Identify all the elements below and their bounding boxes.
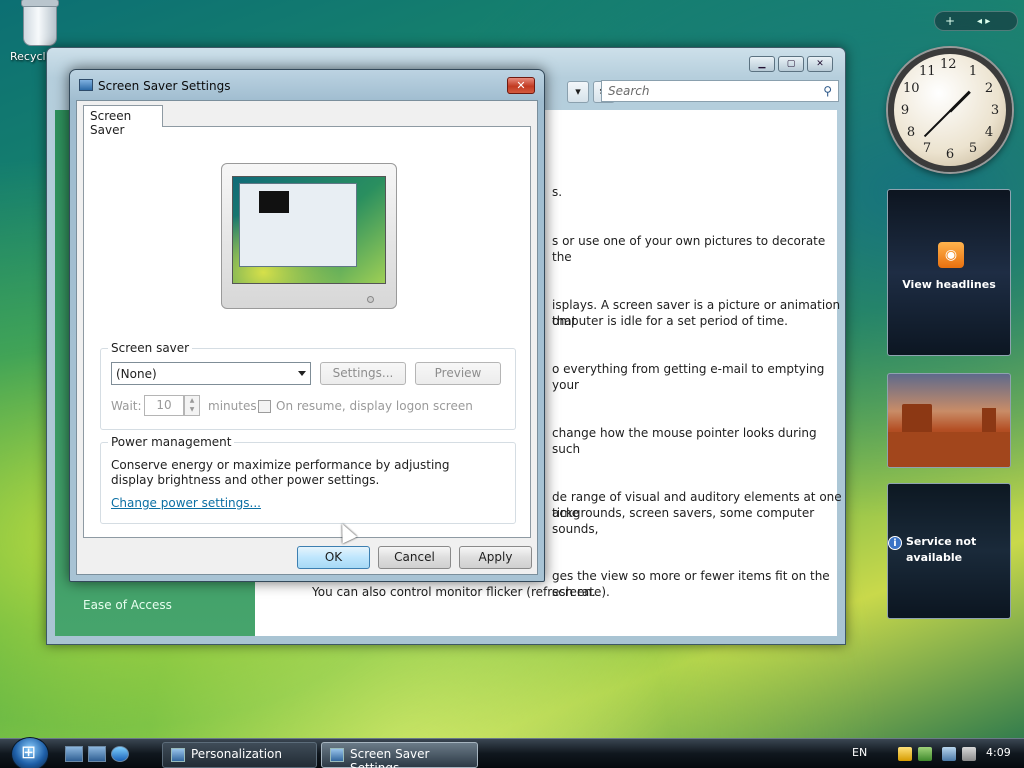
info-icon: i bbox=[888, 536, 902, 550]
sidebar-controls: + ◂ ▸ bbox=[934, 11, 1018, 31]
security-shield-icon[interactable] bbox=[898, 747, 912, 761]
dialog-body: Screen Saver Screen saver (None) Setting… bbox=[76, 100, 538, 575]
body-text: omputer is idle for a set period of time… bbox=[552, 314, 788, 328]
power-description: Conserve energy or maximize performance … bbox=[111, 458, 450, 487]
screen-saver-icon bbox=[330, 748, 344, 762]
switch-windows-icon[interactable] bbox=[88, 746, 106, 762]
power-management-legend: Power management bbox=[108, 435, 235, 449]
tab-panel: Screen saver (None) Settings... Preview … bbox=[83, 126, 531, 538]
resume-logon-label: On resume, display logon screen bbox=[276, 399, 473, 413]
personalization-icon bbox=[171, 748, 185, 762]
apply-button[interactable]: Apply bbox=[459, 546, 532, 569]
window-close-button[interactable]: ✕ bbox=[807, 56, 833, 72]
monitor-icon bbox=[79, 79, 93, 91]
clock-number: 1 bbox=[968, 64, 978, 79]
weather-status-text: Service not available bbox=[906, 535, 977, 564]
gadget-nav-arrows[interactable]: ◂ ▸ bbox=[977, 16, 990, 27]
screen-saver-selected: (None) bbox=[116, 367, 157, 381]
wait-minutes-input[interactable]: 10 bbox=[144, 395, 184, 416]
body-text: ackgrounds, screen savers, some computer… bbox=[552, 506, 815, 536]
change-power-settings-link[interactable]: Change power settings... bbox=[111, 496, 261, 510]
slideshow-gadget[interactable] bbox=[887, 373, 1011, 468]
screen-saver-preview-monitor bbox=[221, 163, 397, 309]
search-icon[interactable]: ⚲ bbox=[823, 84, 832, 98]
chevron-down-icon bbox=[298, 371, 306, 376]
taskbar-item-screen-saver-settings[interactable]: Screen Saver Settings bbox=[321, 742, 478, 768]
taskbar-item-label: Personalization bbox=[191, 747, 282, 761]
maximize-button[interactable]: ▢ bbox=[778, 56, 804, 72]
rss-icon: ◉ bbox=[938, 242, 964, 268]
search-placeholder: Search bbox=[608, 84, 650, 98]
clock-number: 3 bbox=[990, 103, 1000, 118]
start-button[interactable] bbox=[11, 737, 49, 768]
tab-screen-saver[interactable]: Screen Saver bbox=[83, 105, 163, 137]
window-caption-buttons: ▁ ▢ ✕ bbox=[749, 56, 833, 72]
close-button[interactable]: ✕ bbox=[507, 77, 535, 94]
screen-saver-dialog: Screen Saver Settings ✕ Screen Saver Scr… bbox=[69, 69, 545, 582]
search-input[interactable]: Search ⚲ bbox=[601, 80, 839, 102]
taskbar-item-label: Screen Saver Settings bbox=[350, 747, 430, 768]
body-text: o everything from getting e-mail to empt… bbox=[552, 362, 825, 392]
screen-saver-legend: Screen saver bbox=[108, 341, 193, 355]
preview-screen bbox=[232, 176, 386, 284]
clock-number: 12 bbox=[940, 57, 957, 72]
clock-number: 9 bbox=[900, 103, 910, 118]
taskbar: Personalization Screen Saver Settings EN… bbox=[0, 737, 1024, 768]
monitor-power-led bbox=[367, 296, 374, 303]
internet-explorer-icon[interactable] bbox=[111, 746, 129, 762]
volume-muted-icon[interactable] bbox=[962, 747, 976, 761]
photo-ground bbox=[888, 432, 1010, 467]
show-desktop-icon[interactable] bbox=[65, 746, 83, 762]
preview-button[interactable]: Preview bbox=[415, 362, 501, 385]
resume-logon-checkbox[interactable] bbox=[258, 400, 271, 413]
clock-gadget[interactable]: 12 1 2 3 4 5 6 7 8 9 10 11 bbox=[888, 48, 1012, 172]
feed-headlines-gadget[interactable]: ◉ View headlines bbox=[887, 189, 1011, 356]
clock-number: 2 bbox=[984, 81, 994, 96]
body-text: s. bbox=[552, 185, 563, 199]
clock-number: 4 bbox=[984, 125, 994, 140]
clock-number: 7 bbox=[922, 141, 932, 156]
body-text: change how the mouse pointer looks durin… bbox=[552, 426, 817, 456]
preview-window-thumbnail bbox=[239, 183, 357, 267]
taskbar-item-personalization[interactable]: Personalization bbox=[162, 742, 317, 768]
clock-number: 8 bbox=[906, 125, 916, 140]
weather-gadget[interactable]: i Service not available bbox=[887, 483, 1011, 619]
settings-button[interactable]: Settings... bbox=[320, 362, 406, 385]
add-gadget-button[interactable]: + bbox=[945, 14, 955, 28]
recycle-bin-icon bbox=[21, 0, 59, 46]
body-text: s or use one of your own pictures to dec… bbox=[552, 234, 826, 264]
minimize-button[interactable]: ▁ bbox=[749, 56, 775, 72]
cancel-button[interactable]: Cancel bbox=[378, 546, 451, 569]
network-icon[interactable] bbox=[942, 747, 956, 761]
windows-update-icon[interactable] bbox=[918, 747, 932, 761]
wait-spinner[interactable]: ▲ ▼ bbox=[184, 395, 200, 416]
body-text: You can also control monitor flicker (re… bbox=[312, 585, 610, 599]
power-management-group: Power management Conserve energy or maxi… bbox=[100, 435, 516, 524]
clock-number: 11 bbox=[919, 64, 936, 79]
dialog-title: Screen Saver Settings bbox=[98, 79, 231, 93]
dropdown-icon[interactable]: ▾ bbox=[567, 81, 589, 103]
clock-number: 6 bbox=[945, 147, 955, 162]
clock-number: 5 bbox=[968, 141, 978, 156]
clock-number: 10 bbox=[903, 81, 920, 96]
minute-hand bbox=[923, 110, 951, 138]
preview-thumbnail-image bbox=[259, 191, 289, 213]
language-indicator[interactable]: EN bbox=[852, 746, 867, 759]
screen-saver-select[interactable]: (None) bbox=[111, 362, 311, 385]
nav-ease-of-access[interactable]: Ease of Access bbox=[83, 598, 172, 612]
photo-butte bbox=[902, 404, 932, 434]
photo-butte bbox=[982, 408, 996, 432]
screen-saver-group: Screen saver (None) Settings... Preview … bbox=[100, 341, 516, 430]
wait-label: Wait: bbox=[111, 399, 142, 413]
clock-time[interactable]: 4:09 bbox=[986, 746, 1011, 759]
ok-button[interactable]: OK bbox=[297, 546, 370, 569]
view-headlines-label[interactable]: View headlines bbox=[888, 278, 1010, 291]
hour-hand bbox=[948, 90, 971, 113]
minutes-label: minutes bbox=[208, 399, 257, 413]
